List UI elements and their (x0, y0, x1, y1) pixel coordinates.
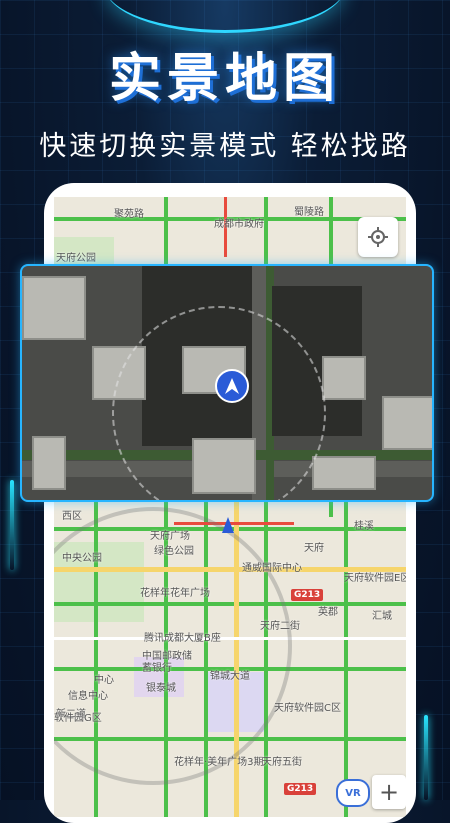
satellite-preview (20, 264, 434, 502)
map-label: 锦城大道 (210, 671, 250, 682)
building (22, 276, 86, 340)
map-label: 中心 (94, 675, 114, 686)
map-label: 信息中心 (68, 691, 108, 702)
building (322, 356, 366, 400)
glow-bar-right (424, 715, 428, 800)
map-label: 通威国际中心 (242, 563, 302, 574)
map-label: 软件园G区 (54, 713, 102, 724)
map-label: 银泰城 (146, 683, 176, 694)
page-subtitle: 快速切换实景模式 轻松找路 (39, 131, 411, 162)
map-label: 天府公园 (56, 253, 96, 264)
current-location-marker (215, 369, 249, 403)
map-label: 西区 (62, 511, 82, 522)
map-label: 天府广场 (150, 531, 190, 542)
map-label: 天府五街 (262, 757, 302, 768)
page-title: 实景地图 (108, 49, 341, 109)
map-label: 英郡 (318, 607, 338, 618)
map-label: 成都市政府 (214, 219, 264, 230)
road (344, 497, 348, 817)
map-label: 汇城 (372, 611, 392, 622)
map-label: 天府 (304, 543, 324, 554)
map-label: 中央公园 (62, 553, 102, 564)
zoom-in-button[interactable]: + (372, 775, 406, 809)
map-label: 腾讯成都大厦B座 (144, 633, 221, 644)
glow-bar-left (10, 480, 14, 570)
vr-icon: VR (345, 787, 361, 799)
highway-badge: G213 (284, 783, 317, 795)
map-label: 天府软件园E区 (344, 573, 406, 584)
highway-badge: G213 (291, 589, 324, 601)
building (312, 456, 376, 490)
plus-icon: + (378, 778, 400, 806)
crosshair-icon (368, 227, 388, 247)
navigation-arrow-icon (222, 517, 234, 533)
map-label: 聚苑路 (114, 209, 144, 220)
locate-button[interactable] (358, 217, 398, 257)
building (382, 396, 432, 450)
map-label: 花样年花年广场 (140, 588, 210, 599)
map-label: 桂溪 (354, 521, 374, 532)
building (32, 436, 66, 490)
map-label: 天府软件园C区 (274, 703, 341, 714)
map-label: 绿色公园 (154, 546, 194, 557)
navigation-arrow-icon (225, 378, 239, 394)
map-label: 蓄银行 (142, 663, 172, 674)
map-label: 花样年·美年广场3期 (174, 757, 264, 768)
map-label: 蜀陵路 (294, 207, 324, 218)
vr-button[interactable]: VR (336, 779, 370, 807)
map-label: 天府二街 (260, 621, 300, 632)
